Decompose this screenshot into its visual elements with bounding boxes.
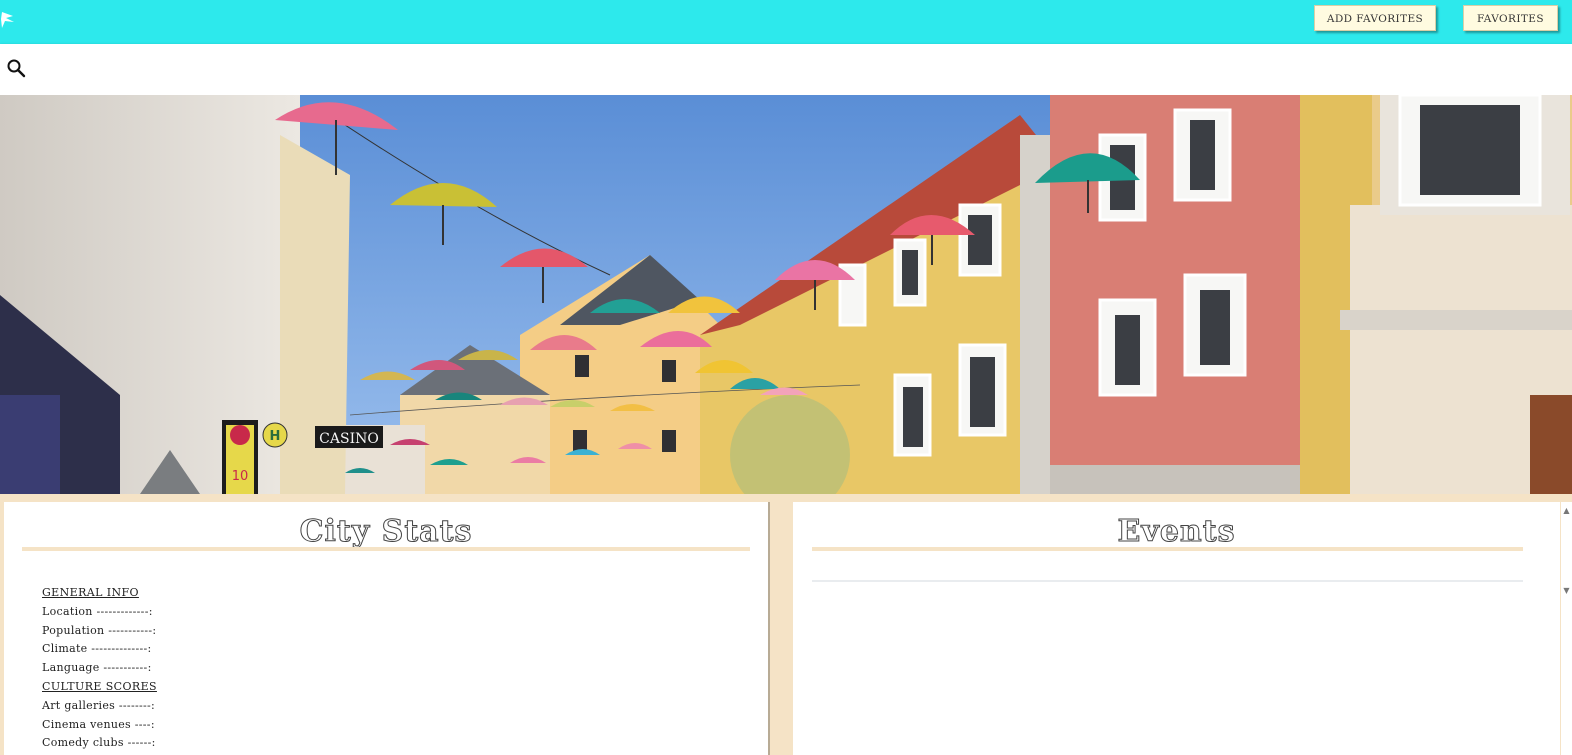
stat-row-climate: Climate --------------: xyxy=(42,642,152,656)
search-bar xyxy=(0,44,1572,95)
events-title: Events xyxy=(1117,514,1236,550)
city-stats-panel: City Stats GENERAL INFO Location -------… xyxy=(4,502,770,755)
search-icon[interactable] xyxy=(6,58,26,78)
scroll-up-arrow-icon[interactable]: ▲ xyxy=(1561,504,1572,518)
bus-stop-letter: H xyxy=(270,429,281,444)
top-navbar: ADD FAVORITES FAVORITES xyxy=(0,0,1572,44)
stat-row-comedy-clubs: Comedy clubs ------: xyxy=(42,736,156,750)
stat-row-population: Population -----------: xyxy=(42,623,157,637)
hero-city-image: 10 H CASINO xyxy=(0,95,1572,494)
stat-row-cinema-venues: Cinema venues ----: xyxy=(42,717,155,731)
stat-row-language: Language -----------: xyxy=(42,661,152,675)
casino-sign-text: CASINO xyxy=(319,431,379,447)
scroll-down-arrow-icon[interactable]: ▼ xyxy=(1561,584,1572,598)
events-scrollbar[interactable]: ▲ ▼ xyxy=(1561,502,1572,755)
events-panel[interactable]: Events xyxy=(793,502,1560,755)
city-stats-title: City Stats xyxy=(299,514,473,550)
add-favorites-button[interactable]: ADD FAVORITES xyxy=(1314,5,1436,31)
bird-icon[interactable] xyxy=(0,6,18,32)
section-heading-culture-scores: CULTURE SCORES xyxy=(42,679,157,693)
stat-row-location: Location -------------: xyxy=(42,604,153,618)
stat-row-art-galleries: Art galleries --------: xyxy=(42,698,156,712)
bus-number-label: 10 xyxy=(232,469,249,484)
favorites-button[interactable]: FAVORITES xyxy=(1463,5,1558,31)
city-stats-list: GENERAL INFO Location -------------: Pop… xyxy=(42,584,157,753)
title-divider xyxy=(22,547,750,551)
events-list-divider xyxy=(812,580,1523,582)
section-heading-general-info: GENERAL INFO xyxy=(42,586,139,599)
title-divider xyxy=(812,547,1523,551)
